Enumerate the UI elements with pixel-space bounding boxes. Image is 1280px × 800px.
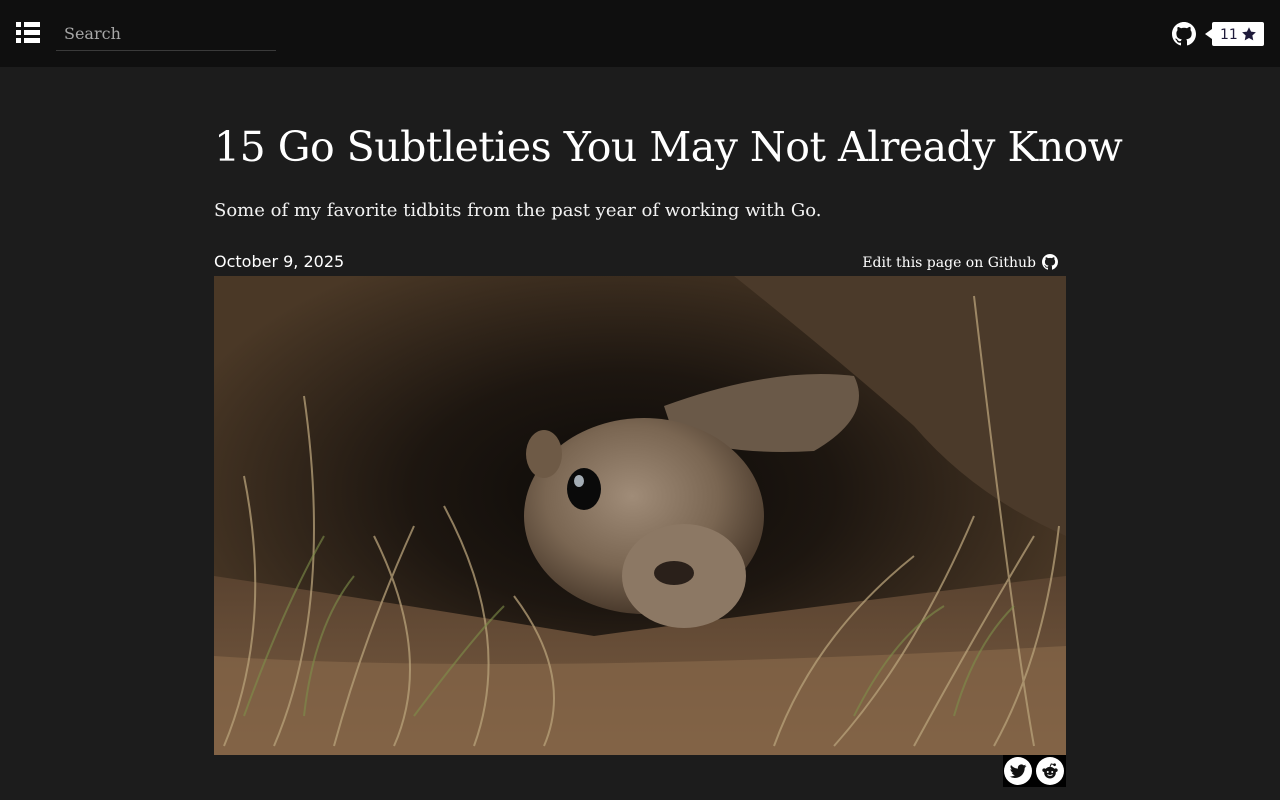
top-navbar: 11 (0, 0, 1280, 67)
hero-image (214, 276, 1066, 755)
page-title: 15 Go Subtleties You May Not Already Kno… (214, 123, 1123, 171)
github-icon (1042, 254, 1058, 270)
page-subtitle: Some of my favorite tidbits from the pas… (214, 200, 822, 221)
edit-on-github-link[interactable]: Edit this page on Github (862, 253, 1058, 273)
star-icon (1242, 27, 1256, 41)
list-icon[interactable] (16, 22, 40, 43)
twitter-icon (1009, 764, 1027, 779)
list-row (16, 38, 40, 43)
publish-date: October 9, 2025 (214, 252, 345, 271)
search-input[interactable] (56, 17, 276, 51)
list-row (16, 22, 40, 27)
reddit-share-button[interactable] (1036, 757, 1064, 785)
reddit-icon (1042, 763, 1058, 779)
edit-link-label: Edit this page on Github (862, 255, 1036, 271)
twitter-share-button[interactable] (1004, 757, 1032, 785)
list-row (16, 30, 40, 35)
share-bar (1003, 755, 1066, 787)
star-count: 11 (1220, 27, 1238, 43)
github-icon[interactable] (1172, 22, 1196, 46)
github-star-count-badge[interactable]: 11 (1205, 22, 1264, 46)
